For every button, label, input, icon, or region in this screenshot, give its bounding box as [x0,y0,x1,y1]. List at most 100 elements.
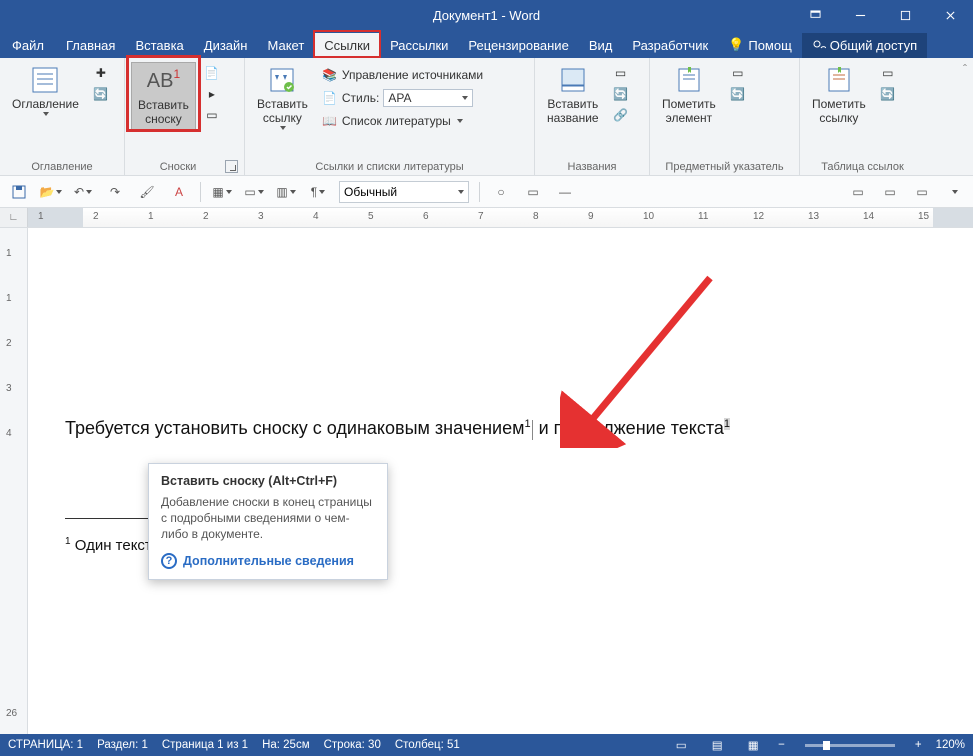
screentip-title: Вставить сноску (Alt+Ctrl+F) [161,474,375,488]
ruler-num: 15 [918,211,929,222]
tab-design[interactable]: Дизайн [194,33,258,58]
mark-entry-button[interactable]: Пометить элемент [656,62,722,128]
insert-toa-button[interactable]: ▭ [878,64,898,82]
ribbon-options-icon[interactable] [793,0,838,30]
add-text-button[interactable]: ✚ [91,64,111,82]
document-area[interactable]: 1123426 Требуется установить сноску с од… [0,228,973,734]
group-captions: Вставить название ▭ 🔄 🔗 Названия [535,58,650,175]
mark-citation-button[interactable]: Пометить ссылку [806,62,872,128]
insert-index-button[interactable]: ▭ [728,64,748,82]
ruler-num: 7 [478,211,484,222]
citation-style-select[interactable]: APA [383,89,473,107]
tab-mailings[interactable]: Рассылки [380,33,458,58]
footnote-ref-1[interactable]: 1 [524,418,530,430]
maximize-button[interactable] [883,0,928,30]
ruler-num: 12 [753,211,764,222]
group-toa: Пометить ссылку ▭ 🔄 Таблица ссылок [800,58,925,175]
screentip: Вставить сноску (Alt+Ctrl+F) Добавление … [148,463,388,580]
close-button[interactable] [928,0,973,30]
footnotes-dialog-launcher[interactable] [225,160,238,173]
insert-citation-button[interactable]: Вставить ссылку [251,62,314,132]
table-button[interactable]: ▦ [211,181,233,203]
update-toc-button[interactable]: 🔄 [91,85,111,103]
status-line[interactable]: Строка: 30 [324,739,381,751]
qat-btn-3[interactable]: ▭ [911,181,933,203]
insert-footnote-button[interactable]: AB1 Вставить сноску [131,62,196,130]
toc-button[interactable]: Оглавление [6,62,85,118]
redo-button[interactable]: ↷ [104,181,126,203]
status-section[interactable]: Раздел: 1 [97,739,148,751]
clear-formatting-button[interactable]: A [168,181,190,203]
web-layout-button[interactable]: ▦ [742,737,764,753]
chevron-down-icon [458,190,464,194]
zoom-slider[interactable] [805,744,895,747]
tab-review[interactable]: Рецензирование [458,33,578,58]
open-button[interactable]: 📂 [40,181,62,203]
tab-file[interactable]: Файл [0,33,56,58]
cross-reference-button[interactable]: 🔗 [611,106,631,124]
undo-button[interactable]: ↶ [72,181,94,203]
window-title: Документ1 - Word [433,8,540,23]
status-at[interactable]: На: 25см [262,739,310,751]
tab-view[interactable]: Вид [579,33,623,58]
ruler-num: 6 [423,211,429,222]
save-button[interactable] [8,181,30,203]
chevron-down-icon [280,126,286,130]
print-layout-button[interactable]: ▤ [706,737,728,753]
ruler-num: 2 [93,211,99,222]
format-painter-button[interactable]: 🖌 [136,181,158,203]
bibliography-button[interactable]: 📖Список литературы [320,112,485,130]
horizontal-ruler[interactable]: ∟ 12123456789101112131415 [0,208,973,228]
tab-developer[interactable]: Разработчик [622,33,718,58]
tab-references[interactable]: Ссылки [314,33,380,58]
insert-endnote-button[interactable]: 📄 [202,64,222,82]
qat-btn-2[interactable]: ▭ [879,181,901,203]
footnote-text[interactable]: 1 Один текст [65,536,152,555]
ruler-num: 9 [588,211,594,222]
insert-caption-button[interactable]: Вставить название [541,62,605,128]
caption-icon [557,64,589,96]
ribbon-tabs: Файл Главная Вставка Дизайн Макет Ссылки… [0,30,973,58]
share-button[interactable]: Общий доступ [802,33,927,58]
shape-line-button[interactable]: ― [554,181,576,203]
tab-home[interactable]: Главная [56,33,125,58]
tab-layout[interactable]: Макет [257,33,314,58]
collapse-ribbon-button[interactable]: ˆ [957,58,973,175]
title-bar: Документ1 - Word [0,0,973,30]
vertical-ruler[interactable]: 1123426 [0,228,28,734]
screentip-more-link[interactable]: ? Дополнительные сведения [161,553,375,569]
document-text[interactable]: Требуется установить сноску с одинаковым… [65,418,730,440]
tell-me[interactable]: 💡 Помощ [718,32,802,58]
read-mode-button[interactable]: ▭ [670,737,692,753]
insert-tof-button[interactable]: ▭ [611,64,631,82]
footnote-ref-2[interactable]: 1 [724,418,730,430]
layout-button[interactable]: ▥ [275,181,297,203]
update-tof-button[interactable]: 🔄 [611,85,631,103]
update-index-button[interactable]: 🔄 [728,85,748,103]
style-select[interactable]: Обычный [339,181,469,203]
shape-rect-button[interactable]: ▭ [522,181,544,203]
zoom-out-button[interactable]: − [778,739,785,751]
tab-insert[interactable]: Вставка [125,33,193,58]
minimize-button[interactable] [838,0,883,30]
qat-btn-1[interactable]: ▭ [847,181,869,203]
zoom-in-button[interactable]: + [915,739,922,751]
status-page[interactable]: СТРАНИЦА: 1 [8,739,83,751]
status-col[interactable]: Столбец: 51 [395,739,460,751]
mark-citation-label: Пометить ссылку [812,98,866,126]
next-footnote-button[interactable]: ▸ [202,85,222,103]
show-notes-button[interactable]: ▭ [202,106,222,124]
group-toc-title: Оглавление [6,159,118,173]
group-footnotes: AB1 Вставить сноску 📄 ▸ ▭ Сноски [125,58,245,175]
tab-selector[interactable]: ∟ [0,208,28,227]
style-icon: 📄 [322,90,338,106]
paragraph-button[interactable]: ¶ [307,181,329,203]
zoom-level[interactable]: 120% [936,739,965,751]
update-toa-button[interactable]: 🔄 [878,85,898,103]
qat-more-button[interactable] [943,181,965,203]
endnote-icon: 📄 [204,65,220,81]
shape-circle-button[interactable]: ○ [490,181,512,203]
manage-sources-button[interactable]: 📚Управление источниками [320,66,485,84]
status-page-of[interactable]: Страница 1 из 1 [162,739,248,751]
borders-button[interactable]: ▭ [243,181,265,203]
